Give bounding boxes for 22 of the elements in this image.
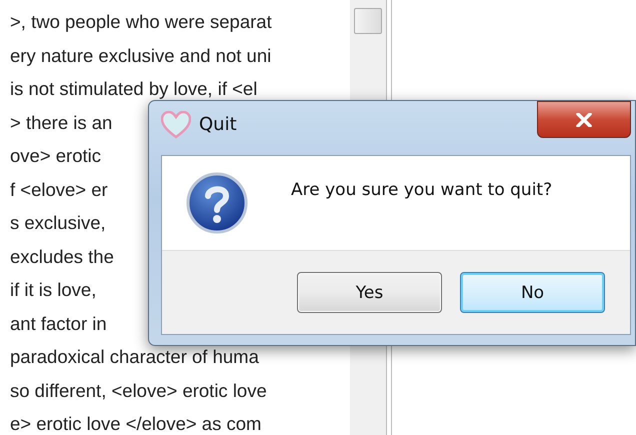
text-line: >, two people who were separat (10, 11, 272, 33)
text-line: paradoxical character of huma (10, 346, 259, 368)
text-line: excludes the (10, 246, 114, 268)
heart-icon (161, 111, 191, 139)
dialog-title: Quit (199, 114, 237, 135)
text-line: f <elove> er (10, 178, 108, 200)
text-line: s exclusive, (10, 212, 106, 234)
question-icon (186, 172, 248, 234)
text-line: is not stimulated by love, if <el (10, 78, 258, 100)
text-line: > there is an (10, 112, 112, 134)
dialog-button[interactable]: No (460, 272, 605, 313)
scroll-thumb[interactable] (354, 8, 382, 34)
text-line: if it is love, (10, 279, 96, 301)
text-line: ery nature exclusive and not uni (10, 44, 272, 66)
close-icon (576, 112, 592, 126)
text-line: e> erotic love </elove> as com (10, 413, 262, 435)
dialog-message: Are you sure you want to quit? (291, 180, 552, 200)
close-button[interactable] (537, 101, 631, 138)
text-line: ove> erotic (10, 145, 102, 167)
text-line: so different, <elove> erotic love (10, 380, 267, 402)
text-line: ant factor in (10, 312, 107, 334)
dialog-button[interactable]: Yes (297, 272, 442, 313)
